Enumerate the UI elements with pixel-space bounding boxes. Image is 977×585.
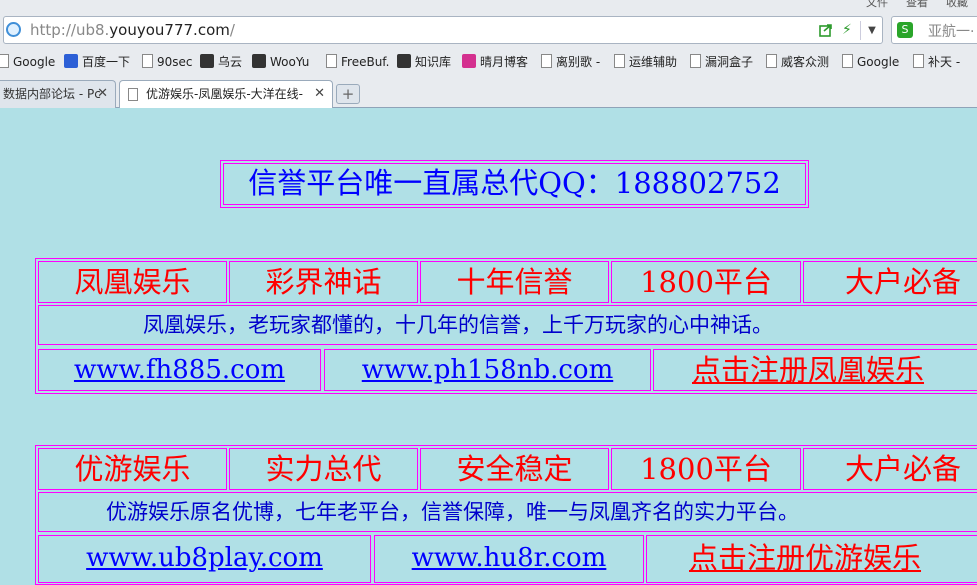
site-link[interactable]: www.fh885.com: [38, 349, 321, 391]
bookmark-zhishiku[interactable]: 知识库: [397, 54, 451, 70]
address-bar[interactable]: http://ub8.youyou777.com/ ⚡ ▼: [3, 16, 883, 44]
menu-file[interactable]: 文件: [866, 0, 888, 10]
close-icon[interactable]: ✕: [314, 81, 325, 107]
bookmark-freebuf[interactable]: FreeBuf.: [326, 54, 389, 70]
bookmark-yunwei[interactable]: 运维辅助: [614, 54, 677, 70]
em-logo-icon: [462, 54, 476, 68]
tab-title: 优游娱乐-凤凰娱乐-大洋在线-: [146, 87, 303, 101]
search-box[interactable]: S 亚航一·: [891, 16, 977, 44]
page-icon: [842, 54, 853, 68]
search-icon[interactable]: S: [897, 22, 913, 38]
tab-title: 数据内部论坛 - Pc: [3, 87, 101, 101]
page-icon: [614, 54, 625, 68]
tag-cell: 实力总代: [229, 448, 418, 490]
bookmark-butian[interactable]: 补天 -: [913, 54, 960, 70]
bookmark-google[interactable]: Google: [0, 54, 55, 70]
brand-section-fenghuang: 凤凰娱乐 彩界神话 十年信誉 1800平台 大户必备 凤凰娱乐，老玩家都懂的，十…: [35, 258, 977, 394]
section-description: 优游娱乐原名优博，七年老平台，信誉保障，唯一与凤凰齐名的实力平台。: [38, 492, 977, 532]
bookmark-90sec[interactable]: 90sec: [142, 54, 193, 70]
page-icon: [913, 54, 924, 68]
site-link[interactable]: www.ub8play.com: [38, 535, 371, 583]
bookmark-baidu[interactable]: 百度一下: [64, 54, 130, 70]
chevron-down-icon[interactable]: ▼: [860, 21, 883, 40]
bookmark-wooyun-cn[interactable]: 乌云: [200, 54, 242, 70]
tab-bar: 数据内部论坛 - Pc ✕ 优游娱乐-凤凰娱乐-大洋在线- ✕ +: [0, 78, 977, 108]
brand-section-youyou: 优游娱乐 实力总代 安全稳定 1800平台 大户必备 优游娱乐原名优博，七年老平…: [35, 445, 977, 585]
search-input[interactable]: 亚航一·: [928, 21, 974, 41]
tag-cell: 大户必备: [803, 448, 977, 490]
bookmark-google-2[interactable]: Google: [842, 54, 899, 70]
menu-favorites[interactable]: 收藏: [946, 0, 968, 10]
baidu-paw-icon: [64, 54, 78, 68]
menu-strip: 文件 查看 收藏: [0, 0, 977, 12]
close-icon[interactable]: ✕: [97, 81, 108, 107]
address-url[interactable]: http://ub8.youyou777.com/: [30, 21, 235, 39]
site-link[interactable]: www.hu8r.com: [374, 535, 644, 583]
tag-cell: 1800平台: [611, 261, 801, 303]
bookmark-loudonghezi[interactable]: 漏洞盒子: [690, 54, 753, 70]
tag-cell: 彩界神话: [229, 261, 418, 303]
tag-cell: 安全稳定: [420, 448, 609, 490]
new-tab-button[interactable]: +: [336, 84, 360, 104]
register-link[interactable]: 点击注册凤凰娱乐: [653, 349, 977, 391]
tag-cell: 凤凰娱乐: [38, 261, 227, 303]
share-icon[interactable]: [819, 23, 833, 37]
tag-cell: 大户必备: [803, 261, 977, 303]
bookmark-wooyun[interactable]: WooYu: [252, 54, 309, 70]
bookmark-libiege[interactable]: 离别歌 -: [541, 54, 600, 70]
page-icon: [541, 54, 552, 68]
bookmark-weike[interactable]: 威客众测: [766, 54, 829, 70]
wooyun-icon: [200, 54, 214, 68]
tag-cell: 十年信誉: [420, 261, 609, 303]
page-icon: [766, 54, 777, 68]
page-icon: [128, 88, 138, 101]
bookmarks-bar: Google 百度一下 90sec 乌云 WooYu FreeBuf. 知识库 …: [0, 50, 977, 74]
page-icon: [0, 54, 9, 68]
browser-chrome: 文件 查看 收藏 http://ub8.youyou777.com/ ⚡ ▼ S…: [0, 0, 977, 108]
qq-banner: 信誉平台唯一直属总代QQ：188802752: [220, 160, 809, 208]
wooyun-icon: [252, 54, 266, 68]
globe-icon: [6, 22, 21, 37]
wooyun-icon: [397, 54, 411, 68]
qq-banner-text: 信誉平台唯一直属总代QQ：188802752: [248, 166, 781, 200]
page-icon: [690, 54, 701, 68]
page-icon: [142, 54, 153, 68]
tag-cell: 优游娱乐: [38, 448, 227, 490]
page-icon: [326, 54, 337, 68]
section-description: 凤凰娱乐，老玩家都懂的，十几年的信誉，上千万玩家的心中神话。: [38, 305, 977, 345]
lightning-icon[interactable]: ⚡: [842, 22, 852, 38]
menu-view[interactable]: 查看: [906, 0, 928, 10]
register-link[interactable]: 点击注册优游娱乐: [646, 535, 977, 583]
tab-forum[interactable]: 数据内部论坛 - Pc ✕: [0, 80, 116, 108]
tag-cell: 1800平台: [611, 448, 801, 490]
bookmark-qingyue[interactable]: 晴月博客: [462, 54, 528, 70]
site-link[interactable]: www.ph158nb.com: [324, 349, 651, 391]
tab-active[interactable]: 优游娱乐-凤凰娱乐-大洋在线- ✕: [119, 80, 333, 108]
